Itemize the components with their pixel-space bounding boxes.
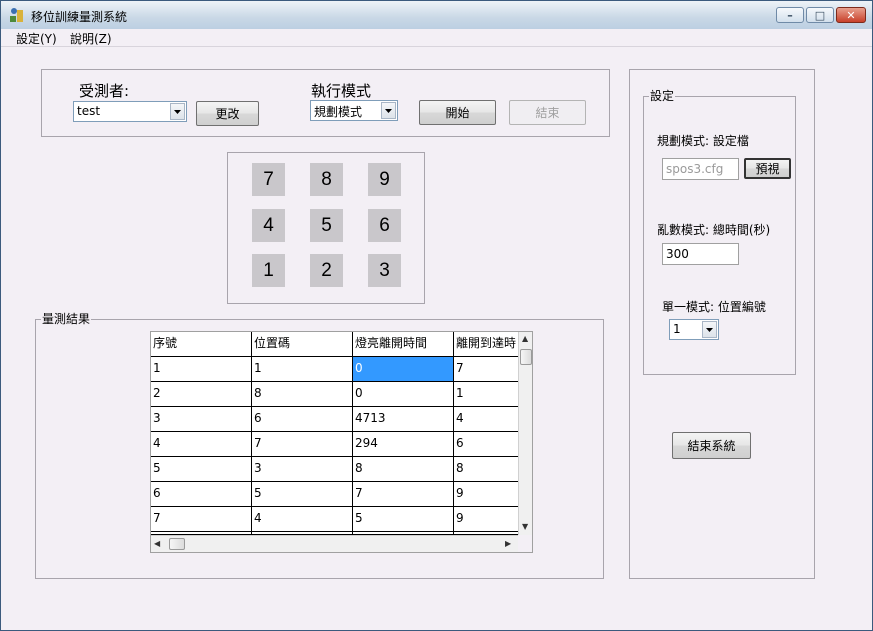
table-cell[interactable]: 4 bbox=[252, 507, 353, 532]
subject-value: test bbox=[77, 104, 101, 118]
table-cell[interactable]: 6 bbox=[252, 407, 353, 432]
menu-help[interactable]: 說明(Z) bbox=[70, 30, 112, 47]
app-window: 移位訓練量測系統 – □ ✕ 設定(Y) 說明(Z) 受測者: test 更改 … bbox=[0, 0, 873, 631]
plan-mode-label: 規劃模式: 設定檔 bbox=[657, 134, 749, 148]
table-cell[interactable]: 5 bbox=[353, 507, 454, 532]
menu-bar: 設定(Y) 說明(Z) bbox=[1, 29, 872, 47]
keypad-key-4: 4 bbox=[252, 209, 285, 242]
table-cell[interactable]: 8 bbox=[252, 382, 353, 407]
title-bar[interactable]: 移位訓練量測系統 – □ ✕ bbox=[1, 1, 872, 30]
column-header[interactable]: 離開到達時 bbox=[454, 332, 519, 357]
table-cell[interactable]: 7 bbox=[252, 432, 353, 457]
close-icon: ✕ bbox=[846, 8, 856, 22]
settings-group-label: 設定 bbox=[649, 89, 676, 103]
subject-select[interactable]: test bbox=[73, 101, 187, 122]
table-cell[interactable]: 6 bbox=[454, 432, 519, 457]
results-group-label: 量測結果 bbox=[41, 312, 92, 326]
single-mode-label: 單一模式: 位置編號 bbox=[662, 300, 766, 314]
minimize-button[interactable]: – bbox=[776, 7, 804, 23]
table-cell[interactable]: 4713 bbox=[353, 407, 454, 432]
position-value: 1 bbox=[673, 322, 681, 336]
table-cell[interactable]: 3 bbox=[151, 407, 252, 432]
column-header[interactable]: 燈亮離開時間 bbox=[353, 332, 454, 357]
table-cell[interactable]: 294 bbox=[353, 432, 454, 457]
total-time-field[interactable]: 300 bbox=[662, 243, 739, 265]
end-button[interactable]: 結束 bbox=[509, 100, 586, 125]
mode-select[interactable]: 規劃模式 bbox=[310, 100, 398, 121]
table-cell[interactable]: 8 bbox=[454, 457, 519, 482]
keypad-key-7: 7 bbox=[252, 163, 285, 196]
table-cell[interactable]: 9 bbox=[454, 507, 519, 532]
start-button[interactable]: 開始 bbox=[419, 100, 496, 125]
keypad-key-6: 6 bbox=[368, 209, 401, 242]
menu-settings[interactable]: 設定(Y) bbox=[16, 30, 57, 47]
keypad-key-3: 3 bbox=[368, 254, 401, 287]
horizontal-scrollbar[interactable]: ◀ ▶ bbox=[151, 535, 518, 552]
keypad-key-8: 8 bbox=[310, 163, 343, 196]
chevron-down-icon[interactable] bbox=[702, 321, 717, 338]
app-icon bbox=[10, 8, 23, 22]
table-cell[interactable]: 2 bbox=[151, 382, 252, 407]
keypad-key-1: 1 bbox=[252, 254, 285, 287]
table-cell[interactable]: 7 bbox=[353, 482, 454, 507]
table-cell[interactable]: 1 bbox=[151, 357, 252, 382]
table-cell[interactable]: 1 bbox=[252, 357, 353, 382]
table-cell[interactable]: 0 bbox=[353, 357, 454, 382]
table-cell[interactable]: 7 bbox=[454, 357, 519, 382]
scroll-left-icon[interactable]: ◀ bbox=[154, 539, 160, 548]
column-header[interactable]: 序號 bbox=[151, 332, 252, 357]
chevron-down-icon[interactable] bbox=[170, 103, 185, 120]
table-cell[interactable]: 9 bbox=[454, 482, 519, 507]
scroll-right-icon[interactable]: ▶ bbox=[505, 539, 511, 548]
vertical-scrollbar[interactable]: ▲ ▼ bbox=[518, 332, 532, 535]
exit-system-button[interactable]: 結束系統 bbox=[672, 432, 751, 459]
vertical-scroll-thumb[interactable] bbox=[520, 349, 532, 365]
table-cell[interactable]: 1 bbox=[454, 382, 519, 407]
keypad-key-2: 2 bbox=[310, 254, 343, 287]
change-subject-button[interactable]: 更改 bbox=[196, 101, 259, 126]
table-cell[interactable]: 6 bbox=[151, 482, 252, 507]
table-cell[interactable]: 5 bbox=[252, 482, 353, 507]
keypad-key-9: 9 bbox=[368, 163, 401, 196]
table-cell[interactable]: 7 bbox=[151, 507, 252, 532]
subject-label: 受測者: bbox=[79, 82, 130, 100]
table-cell[interactable]: 8 bbox=[353, 457, 454, 482]
table-cell[interactable]: 4 bbox=[151, 432, 252, 457]
position-select[interactable]: 1 bbox=[669, 319, 719, 340]
table-cell[interactable]: 5 bbox=[151, 457, 252, 482]
scroll-down-icon[interactable]: ▼ bbox=[522, 522, 528, 531]
mode-value: 規劃模式 bbox=[314, 105, 363, 119]
random-mode-label: 亂數模式: 總時間(秒) bbox=[657, 223, 771, 237]
results-table[interactable]: 序號 位置碼 燈亮離開時間 離開到達時 1 1 0 7 2 8 0 1 3 6 4713 4 4 7 294 6 5 3 8… bbox=[150, 331, 533, 553]
maximize-button[interactable]: □ bbox=[806, 7, 834, 23]
minimize-icon: – bbox=[787, 8, 793, 22]
position-keypad: 7 8 9 4 5 6 1 2 3 bbox=[227, 152, 425, 304]
maximize-icon: □ bbox=[814, 8, 826, 22]
table-cell[interactable]: 0 bbox=[353, 382, 454, 407]
mode-label: 執行模式 bbox=[311, 82, 372, 100]
column-header[interactable]: 位置碼 bbox=[252, 332, 353, 357]
preview-button[interactable]: 預視 bbox=[744, 158, 791, 179]
close-button[interactable]: ✕ bbox=[836, 7, 866, 23]
window-title: 移位訓練量測系統 bbox=[31, 10, 128, 24]
plan-file-field[interactable]: spos3.cfg bbox=[662, 158, 739, 180]
horizontal-scroll-thumb[interactable] bbox=[169, 538, 185, 550]
table-cell[interactable]: 4 bbox=[454, 407, 519, 432]
chevron-down-icon[interactable] bbox=[381, 102, 396, 119]
keypad-key-5: 5 bbox=[310, 209, 343, 242]
table-cell[interactable]: 3 bbox=[252, 457, 353, 482]
scroll-up-icon[interactable]: ▲ bbox=[522, 334, 528, 343]
